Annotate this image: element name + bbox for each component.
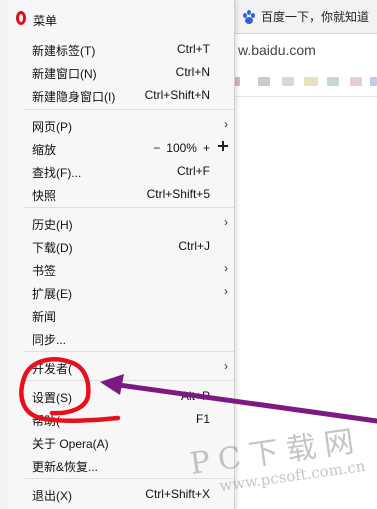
menu-item-snapshot[interactable]: 快照 Ctrl+Shift+5 — [8, 182, 234, 205]
menu-item-new-window[interactable]: 新建窗口(N) Ctrl+N — [8, 60, 234, 83]
menu-separator — [24, 207, 234, 208]
menu-separator — [24, 109, 234, 110]
chevron-right-icon: › — [224, 284, 228, 298]
chevron-right-icon: › — [224, 359, 228, 373]
bookmark-thumb[interactable] — [350, 77, 362, 86]
bookmarks-bar — [234, 66, 377, 97]
menu-item-label: 历史(H) — [32, 218, 73, 232]
menu-item-downloads[interactable]: 下载(D) Ctrl+J — [8, 234, 234, 257]
menu-item-new-private-window[interactable]: 新建隐身窗口(I) Ctrl+Shift+N — [8, 83, 234, 106]
menu-item-label: 开发者( — [32, 362, 72, 376]
menu-item-shortcut: Ctrl+T — [177, 42, 210, 56]
menu-item-exit[interactable]: 退出(X) Ctrl+Shift+X — [8, 482, 234, 505]
menu-item-new-tab[interactable]: 新建标签(T) Ctrl+T — [8, 37, 234, 60]
menu-item-label: 新闻 — [32, 310, 57, 324]
menu-item-label: 网页(P) — [32, 120, 72, 134]
address-bar[interactable]: w.baidu.com — [234, 35, 377, 65]
menu-item-label: 新建隐身窗口(I) — [32, 90, 116, 104]
browser-tab-baidu[interactable]: 百度一下，你就知道 — [234, 0, 377, 34]
menu-item-news[interactable]: 新闻 — [8, 303, 234, 326]
menu-item-history[interactable]: 历史(H) › — [8, 211, 234, 234]
menu-item-label: 新建窗口(N) — [32, 67, 97, 81]
menu-item-update-recovery[interactable]: 更新&恢复... — [8, 453, 234, 476]
chevron-right-icon: › — [224, 117, 228, 131]
zoom-level: 100% — [166, 141, 197, 155]
menu-item-shortcut: Ctrl+J — [178, 239, 210, 253]
opera-logo-icon — [16, 11, 26, 25]
menu-item-zoom: 缩放 − 100% + — [8, 136, 234, 159]
bookmark-thumb[interactable] — [282, 77, 294, 86]
bookmark-thumb[interactable] — [304, 77, 318, 86]
zoom-out-button[interactable]: − — [153, 141, 160, 155]
menu-item-label: 查找(F)... — [32, 166, 82, 180]
bookmark-thumb[interactable] — [370, 77, 377, 86]
menu-item-label: 新建标签(T) — [32, 44, 96, 58]
menu-item-shortcut: Ctrl+N — [175, 65, 210, 79]
bookmark-thumb[interactable] — [258, 77, 270, 86]
menu-item-label: 下载(D) — [32, 241, 73, 255]
menu-item-page[interactable]: 网页(P) › — [8, 113, 234, 136]
menu-item-help[interactable]: 帮助( F1 — [8, 407, 234, 430]
menu-item-sync[interactable]: 同步... — [8, 326, 234, 349]
menu-item-find[interactable]: 查找(F)... Ctrl+F — [8, 159, 234, 182]
menu-separator — [24, 380, 234, 381]
menu-item-label: 书签 — [32, 264, 57, 278]
menu-item-label: 退出(X) — [32, 489, 72, 503]
menu-item-shortcut: Ctrl+F — [177, 164, 210, 178]
menu-item-shortcut: Ctrl+Shift+X — [145, 487, 210, 501]
menu-item-developer[interactable]: 开发者( › — [8, 355, 234, 378]
menu-item-shortcut: Ctrl+Shift+N — [144, 88, 210, 102]
tab-title: 百度一下，你就知道 — [261, 10, 370, 24]
fullscreen-icon[interactable] — [218, 141, 228, 151]
menu-separator — [24, 351, 234, 352]
menu-item-label: 更新&恢复... — [32, 460, 99, 474]
menu-item-shortcut: Ctrl+Shift+5 — [146, 187, 210, 201]
opera-main-menu: 菜单 新建标签(T) Ctrl+T 新建窗口(N) Ctrl+N 新建隐身窗口(… — [8, 0, 235, 509]
chevron-right-icon: › — [224, 261, 228, 275]
menu-item-bookmarks[interactable]: 书签 › — [8, 257, 234, 280]
menu-item-label: 快照 — [32, 189, 57, 203]
menu-item-label: 同步... — [32, 333, 67, 347]
menu-item-extensions[interactable]: 扩展(E) › — [8, 280, 234, 303]
zoom-in-button[interactable]: + — [203, 141, 210, 155]
chevron-right-icon: › — [224, 215, 228, 229]
baidu-paw-icon — [242, 9, 256, 24]
menu-title: 菜单 — [33, 14, 58, 28]
menu-item-about[interactable]: 关于 Opera(A) — [8, 430, 234, 453]
menu-item-label: 帮助( — [32, 414, 60, 428]
menu-item-label: 缩放 — [32, 143, 57, 157]
menu-item-settings[interactable]: 设置(S) Alt+P — [8, 384, 234, 407]
menu-item-label: 设置(S) — [32, 391, 72, 405]
address-text: w.baidu.com — [238, 42, 316, 58]
menu-item-label: 关于 Opera(A) — [32, 437, 109, 451]
menu-item-shortcut: Alt+P — [180, 389, 210, 403]
menu-separator — [24, 478, 234, 479]
menu-item-shortcut: F1 — [195, 412, 210, 426]
bookmark-thumb[interactable] — [327, 77, 339, 86]
menu-header[interactable]: 菜单 — [8, 0, 234, 36]
menu-item-label: 扩展(E) — [32, 287, 72, 301]
